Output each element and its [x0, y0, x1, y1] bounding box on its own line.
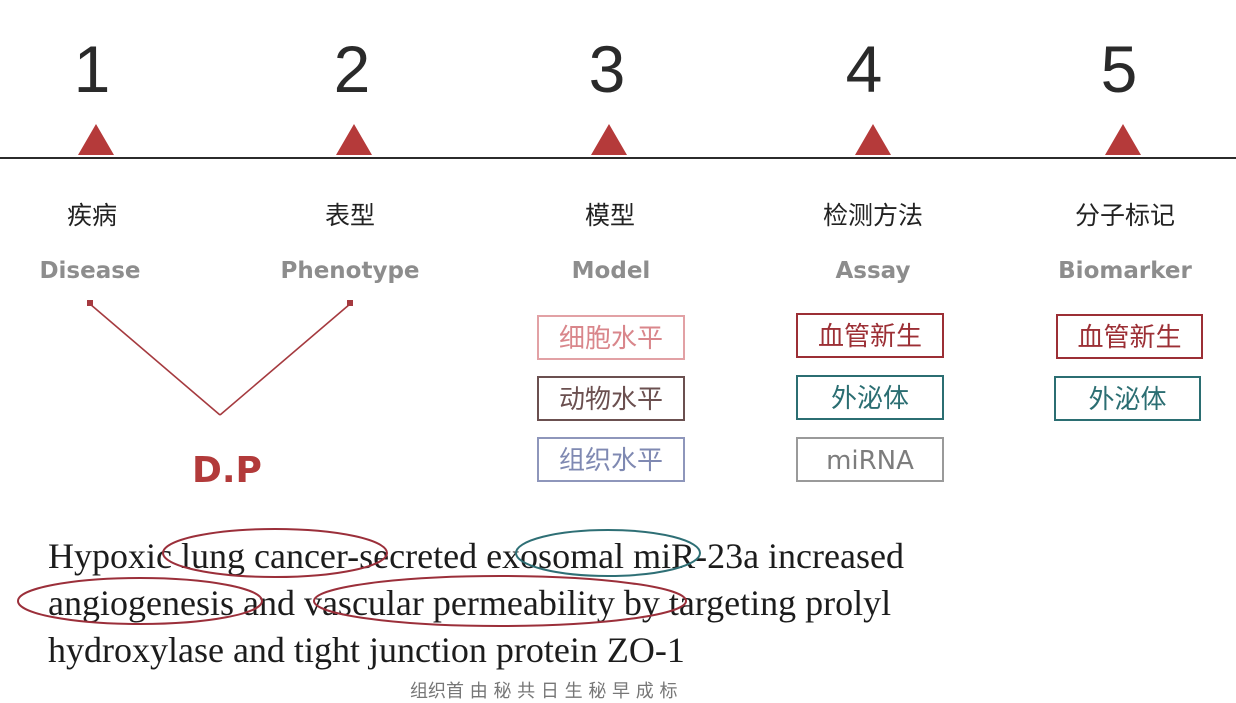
title-line-2-part-4: by targeting prolyl — [614, 583, 892, 623]
title-line-1: Hypoxic lung cancer-secreted exosomal mi… — [48, 538, 904, 574]
step-label-en-4: Assay — [835, 258, 911, 284]
assay-box-exosome: 外泌体 — [796, 375, 944, 420]
model-box-tissue-level: 组织水平 — [537, 437, 685, 482]
title-line-1-part-5: miR-23a increased — [624, 536, 904, 576]
dp-label: D.P — [192, 450, 262, 491]
step-number-5: 5 — [1100, 32, 1138, 106]
highlight-vascular-permeability: vascular permeability — [303, 583, 615, 623]
highlight-lung-cancer: lung cancer — [180, 536, 348, 576]
marker-triangle-3 — [591, 124, 627, 155]
step-label-zh-4: 检测方法 — [822, 201, 923, 230]
highlight-angiogenesis: angiogenesis — [48, 583, 234, 623]
biomarker-box-angiogenesis: 血管新生 — [1056, 314, 1203, 359]
merge-connector — [87, 300, 353, 416]
assay-box-mirna: miRNA — [796, 437, 944, 482]
step-label-en-3: Model — [571, 258, 651, 284]
model-box-animal-level: 动物水平 — [537, 376, 685, 421]
connector-right-line — [219, 303, 351, 416]
marker-triangle-4 — [855, 124, 891, 155]
step-number-4: 4 — [845, 32, 883, 106]
title-line-1-part-3: -secreted — [347, 536, 487, 576]
step-label-zh-5: 分子标记 — [1074, 201, 1175, 230]
title-line-3: hydroxylase and tight junction protein Z… — [48, 630, 685, 670]
step-label-zh-3: 模型 — [584, 201, 635, 230]
title-line-1-part-1: Hypoxic — [48, 536, 181, 576]
biomarker-box-exosome: 外泌体 — [1054, 376, 1201, 421]
step-number-3: 3 — [588, 32, 626, 106]
title-line-2-part-2: and — [233, 583, 304, 623]
highlight-exosomal: exosomal — [486, 536, 625, 576]
marker-triangle-5 — [1105, 124, 1141, 155]
assay-box-angiogenesis: 血管新生 — [796, 313, 944, 358]
connector-right-endpoint — [347, 300, 353, 306]
caption-cutoff: 组织首 由 秘 共 日 生 秘 早 成 标 — [410, 681, 678, 702]
connector-left-endpoint — [87, 300, 93, 306]
step-label-en-5: Biomarker — [1058, 258, 1192, 284]
title-line-2: angiogenesis and vascular permeability b… — [48, 585, 891, 621]
connector-left-line — [89, 303, 221, 416]
model-box-cell-level: 细胞水平 — [537, 315, 685, 360]
